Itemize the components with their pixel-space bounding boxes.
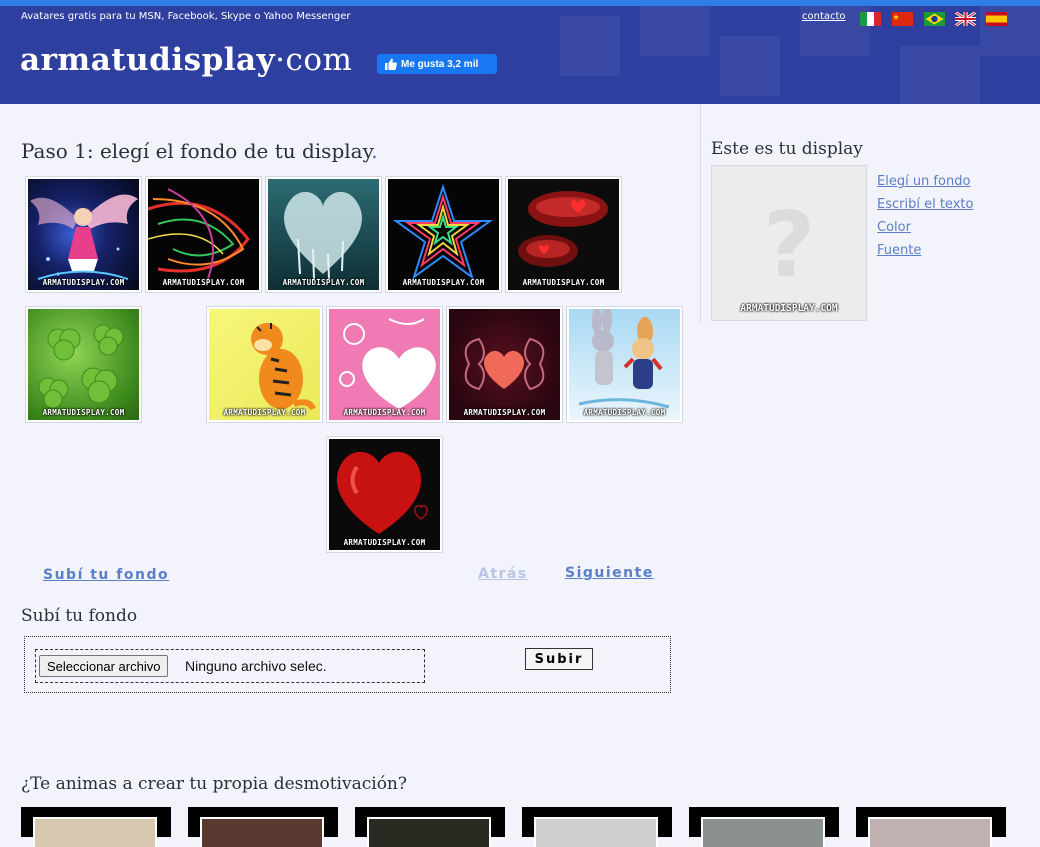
upload-section-title: Subí tu fondo [21,606,138,626]
site-header: Avatares gratis para tu MSN, Facebook, S… [0,6,1040,104]
clover-image [38,324,124,409]
flag-italy-icon[interactable] [860,12,881,26]
ornate-heart-image [464,337,545,391]
contact-link[interactable]: contacto [802,11,846,22]
background-thumbnail-neon-swirl[interactable]: ARMATUDISPLAY.COM [145,176,262,293]
sidebar-link-color[interactable]: Color [877,220,911,235]
flag-uk-icon[interactable] [955,12,976,26]
display-preview: ? ARMATUDISPLAY.COM [711,165,867,321]
thumbnail-watermark: ARMATUDISPLAY.COM [42,408,125,417]
back-link[interactable]: Atrás [478,566,528,582]
background-thumbnail-red-lips-heart[interactable]: ARMATUDISPLAY.COM [505,176,622,293]
question-mark-placeholder-icon: ? [763,193,815,298]
background-thumbnail-pink-heart[interactable]: ARMATUDISPLAY.COM [326,306,443,423]
background-thumbnail-clover[interactable]: ARMATUDISPLAY.COM [25,306,142,423]
flag-brazil-icon[interactable] [924,12,945,26]
neon-star-image [392,183,494,280]
choose-file-button[interactable]: Seleccionar archivo [39,655,169,677]
thumbnail-watermark: ARMATUDISPLAY.COM [343,538,426,547]
logo-domain: ·com [275,42,353,78]
preview-watermark: ARMATUDISPLAY.COM [740,303,838,314]
thumbnail-watermark: ARMATUDISPLAY.COM [162,278,245,287]
red-heart-image [336,451,428,534]
upload-form: Seleccionar archivo Ninguno archivo sele… [24,636,671,693]
sidebar-link-write-text[interactable]: Escribí el texto [877,197,973,212]
facebook-like-label: Me gusta 3,2 mil [401,58,479,70]
flag-spain-icon[interactable] [986,12,1007,26]
neon-swirl-image [148,188,250,280]
background-thumbnail-anime-angel[interactable]: ARMATUDISPLAY.COM [25,176,142,293]
thumbnail-watermark: ARMATUDISPLAY.COM [223,408,306,417]
bugs-lola-image [578,309,670,409]
red-lips-heart-image [518,191,608,267]
thumbnail-watermark: ARMATUDISPLAY.COM [463,408,546,417]
thumbs-up-icon [385,58,397,70]
background-thumbnail-neon-star[interactable]: ARMATUDISPLAY.COM [385,176,502,293]
tigger-image [251,323,316,411]
logo-name: armatudisplay [20,42,276,78]
background-thumbnail-ornate-heart[interactable]: ARMATUDISPLAY.COM [446,306,563,423]
thumbnail-watermark: ARMATUDISPLAY.COM [343,408,426,417]
upload-submit-button[interactable]: Subir [525,648,593,670]
step-title-text: Paso 1: elegí el fondo de tu display [21,139,372,163]
thumbnail-watermark: ARMATUDISPLAY.COM [282,278,365,287]
file-input[interactable]: Seleccionar archivo Ninguno archivo sele… [35,649,425,683]
background-thumbnail-ice-heart[interactable]: ARMATUDISPLAY.COM [265,176,382,293]
site-tagline: Avatares gratis para tu MSN, Facebook, S… [21,11,351,22]
site-logo[interactable]: armatudisplay·com [20,42,352,78]
step-title: Paso 1: elegí el fondo de tu display. [21,139,378,163]
thumbnail-watermark: ARMATUDISPLAY.COM [402,278,485,287]
preview-title: Este es tu display [711,139,863,159]
file-status-text: Ninguno archivo selec. [185,658,327,674]
facebook-like-button[interactable]: Me gusta 3,2 mil [377,54,497,74]
ice-heart-image [284,191,362,280]
upload-background-link[interactable]: Subí tu fondo [43,567,169,583]
next-link[interactable]: Siguiente [565,565,654,581]
anime-angel-image [30,194,138,280]
pink-heart-image [339,318,436,409]
flag-china-icon[interactable] [892,12,913,26]
sidebar-divider [700,104,701,324]
background-thumbnail-red-heart[interactable]: ARMATUDISPLAY.COM [326,436,443,553]
thumbnail-watermark: ARMATUDISPLAY.COM [583,408,666,417]
background-thumbnail-bugs-lola[interactable]: ARMATUDISPLAY.COM [566,306,683,423]
background-thumbnail-tigger[interactable]: ARMATUDISPLAY.COM [206,306,323,423]
step-title-dot: . [371,139,378,163]
desmotivation-title: ¿Te animas a crear tu propia desmotivaci… [21,774,407,794]
sidebar-link-font[interactable]: Fuente [877,243,921,258]
thumbnail-watermark: ARMATUDISPLAY.COM [522,278,605,287]
svg-text:?: ? [763,193,815,298]
thumbnail-watermark: ARMATUDISPLAY.COM [42,278,125,287]
sidebar-link-choose-background[interactable]: Elegí un fondo [877,174,970,189]
